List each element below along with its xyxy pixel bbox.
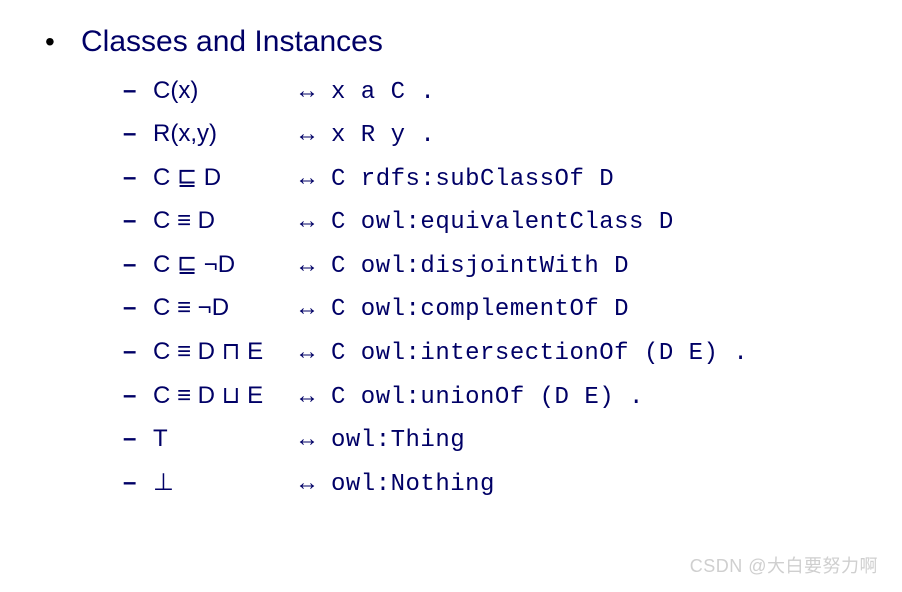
dash-icon: – bbox=[123, 207, 153, 235]
list-item: – C(x) ↔ x a C . bbox=[123, 77, 857, 106]
arrow-icon: ↔ bbox=[295, 251, 331, 279]
notation-right: x R y . bbox=[331, 122, 435, 149]
arrow-icon: ↔ bbox=[295, 382, 331, 410]
arrow-icon: ↔ bbox=[295, 164, 331, 192]
notation-left: R(x,y) bbox=[153, 120, 295, 148]
notation-left: ⊥ bbox=[153, 468, 295, 497]
dash-icon: – bbox=[123, 120, 153, 148]
dash-icon: – bbox=[123, 425, 153, 453]
dash-icon: – bbox=[123, 469, 153, 497]
notation-right: C owl:disjointWith D bbox=[331, 253, 629, 280]
notation-left: C ≡ D bbox=[153, 207, 295, 235]
notation-right: C owl:unionOf (D E) . bbox=[331, 384, 644, 411]
arrow-icon: ↔ bbox=[295, 425, 331, 453]
notation-left: C ⊑ ¬D bbox=[153, 250, 295, 279]
dash-icon: – bbox=[123, 77, 153, 105]
arrow-icon: ↔ bbox=[295, 338, 331, 366]
notation-right: x a C . bbox=[331, 79, 435, 106]
dash-icon: – bbox=[123, 294, 153, 322]
arrow-icon: ↔ bbox=[295, 77, 331, 105]
dash-icon: – bbox=[123, 338, 153, 366]
list-item: – C ⊑ D ↔ C rdfs:subClassOf D bbox=[123, 163, 857, 193]
notation-left: C ≡ D ⊔ E bbox=[153, 381, 295, 410]
arrow-icon: ↔ bbox=[295, 469, 331, 497]
notation-right: C owl:intersectionOf (D E) . bbox=[331, 340, 748, 367]
items-list: – C(x) ↔ x a C . – R(x,y) ↔ x R y . – C … bbox=[45, 77, 857, 498]
notation-right: owl:Thing bbox=[331, 427, 465, 454]
notation-right: owl:Nothing bbox=[331, 471, 495, 498]
arrow-icon: ↔ bbox=[295, 207, 331, 235]
notation-left: C ≡ D ⊓ E bbox=[153, 337, 295, 366]
heading-text: Classes and Instances bbox=[81, 25, 383, 59]
list-item: – C ≡ D ↔ C owl:equivalentClass D bbox=[123, 207, 857, 236]
list-item: – R(x,y) ↔ x R y . bbox=[123, 120, 857, 149]
notation-right: C owl:equivalentClass D bbox=[331, 209, 674, 236]
bullet-icon: • bbox=[45, 28, 81, 56]
list-item: – C ≡ D ⊔ E ↔ C owl:unionOf (D E) . bbox=[123, 381, 857, 411]
list-item: – T ↔ owl:Thing bbox=[123, 425, 857, 454]
watermark-text: CSDN @大白要努力啊 bbox=[690, 552, 878, 578]
dash-icon: – bbox=[123, 164, 153, 192]
notation-left: T bbox=[153, 425, 295, 453]
notation-right: C rdfs:subClassOf D bbox=[331, 166, 614, 193]
notation-left: C(x) bbox=[153, 77, 295, 105]
list-item: – ⊥ ↔ owl:Nothing bbox=[123, 468, 857, 498]
notation-left: C ≡ ¬D bbox=[153, 294, 295, 322]
list-item: – C ≡ ¬D ↔ C owl:complementOf D bbox=[123, 294, 857, 323]
list-item: – C ≡ D ⊓ E ↔ C owl:intersectionOf (D E)… bbox=[123, 337, 857, 367]
arrow-icon: ↔ bbox=[295, 120, 331, 148]
notation-left: C ⊑ D bbox=[153, 163, 295, 192]
dash-icon: – bbox=[123, 251, 153, 279]
notation-right: C owl:complementOf D bbox=[331, 296, 629, 323]
heading-row: • Classes and Instances bbox=[45, 25, 857, 59]
dash-icon: – bbox=[123, 382, 153, 410]
arrow-icon: ↔ bbox=[295, 294, 331, 322]
list-item: – C ⊑ ¬D ↔ C owl:disjointWith D bbox=[123, 250, 857, 280]
